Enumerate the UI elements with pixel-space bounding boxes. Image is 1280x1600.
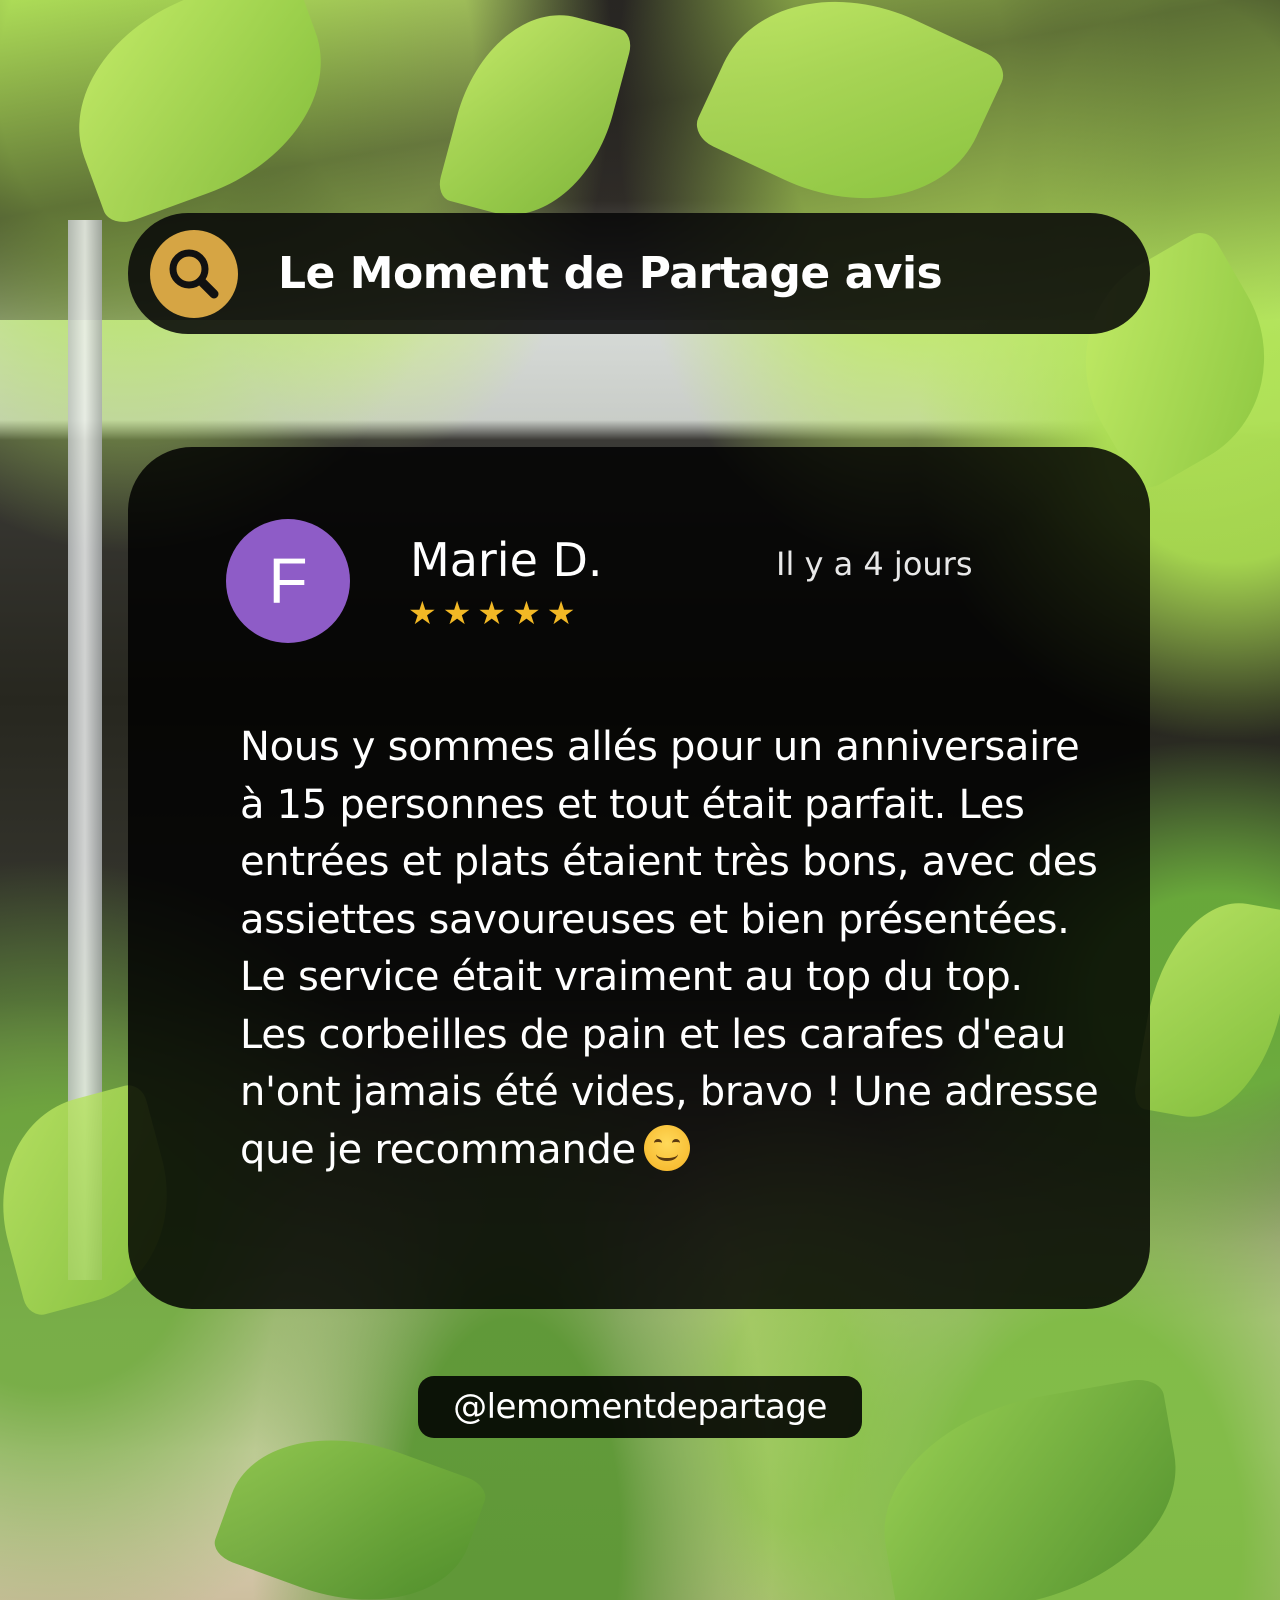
reviewer-name: Marie D. xyxy=(410,533,603,587)
star-icon: ★ xyxy=(546,594,576,632)
star-icon: ★ xyxy=(442,594,472,632)
star-icon: ★ xyxy=(408,594,437,632)
review-graphic: Le Moment de Partage avis F Marie D. Il … xyxy=(0,0,1280,1600)
header-banner: Le Moment de Partage avis xyxy=(128,213,1150,334)
smiling-face-icon xyxy=(643,1124,690,1171)
search-icon xyxy=(169,249,219,298)
search-badge xyxy=(150,229,238,318)
review-card: F Marie D. Il y a 4 jours ★ ★ ★ ★ ★ Nous… xyxy=(128,447,1150,1309)
star-rating: ★ ★ ★ ★ ★ xyxy=(408,597,575,629)
avatar: F xyxy=(226,519,350,643)
review-body: Nous y sommes allés pour un anniversaire… xyxy=(240,719,1100,1179)
page-title: Le Moment de Partage avis xyxy=(278,248,943,299)
social-handle: @lemomentdepartage xyxy=(418,1376,862,1438)
star-icon: ★ xyxy=(477,594,507,632)
star-icon: ★ xyxy=(512,594,541,632)
review-text: Nous y sommes allés pour un anniversaire… xyxy=(240,724,1099,1173)
review-date: Il y a 4 jours xyxy=(776,545,973,583)
